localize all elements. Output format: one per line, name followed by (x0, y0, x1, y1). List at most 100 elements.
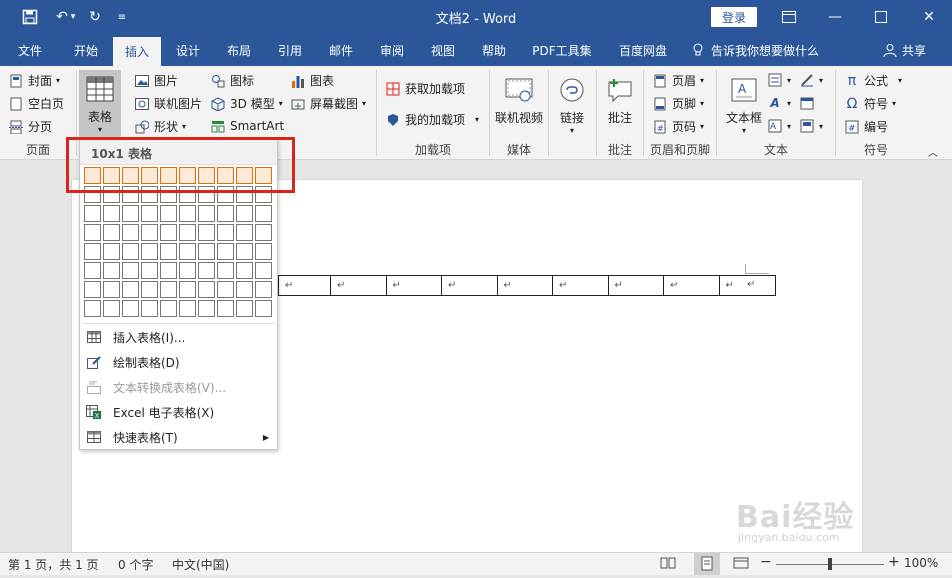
table-grid-cell[interactable] (179, 186, 196, 203)
tell-me-search[interactable]: 告诉我你想要做什么 (690, 34, 819, 66)
3d-model-button[interactable]: 3D 模型 ▾ (210, 95, 283, 112)
header-button[interactable]: 页眉 ▾ (652, 72, 704, 89)
table-cell[interactable]: ↵ (664, 276, 720, 295)
table-grid-cell[interactable] (84, 205, 101, 222)
tab-insert[interactable]: 插入 (113, 37, 161, 66)
icons-button[interactable]: 图标 (210, 72, 254, 89)
table-grid-cell[interactable] (160, 224, 177, 241)
picture-button[interactable]: 图片 (134, 72, 178, 89)
get-addins-button[interactable]: 获取加载项 (385, 80, 465, 97)
numbering-button[interactable]: # 编号 (844, 118, 888, 135)
table-grid-cell[interactable] (103, 300, 120, 317)
table-grid-cell[interactable] (179, 281, 196, 298)
web-layout-icon[interactable] (733, 556, 749, 573)
shapes-button[interactable]: 形状 ▾ (134, 118, 186, 135)
cover-page-button[interactable]: 封面 ▾ (8, 72, 60, 89)
comment-button[interactable]: 批注 (601, 74, 639, 126)
wordart-button[interactable]: A ▾ (767, 95, 791, 111)
tab-review[interactable]: 审阅 (368, 34, 416, 66)
page-number-button[interactable]: # 页码 ▾ (652, 118, 704, 135)
table-button[interactable]: 表格 ▾ (79, 70, 121, 138)
table-grid-cell[interactable] (198, 224, 215, 241)
table-grid-cell[interactable] (198, 300, 215, 317)
maximize-icon[interactable] (858, 0, 904, 34)
table-grid-cell[interactable] (160, 300, 177, 317)
read-mode-icon[interactable] (660, 556, 676, 573)
convert-text-to-table-menu-item[interactable]: 文本转换成表格(V)... (80, 375, 277, 399)
tab-home[interactable]: 开始 (62, 34, 110, 66)
table-grid-cell[interactable] (84, 186, 101, 203)
table-grid-cell[interactable] (141, 262, 158, 279)
screenshot-button[interactable]: 屏幕截图 ▾ (290, 95, 366, 112)
table-grid-cell[interactable] (122, 300, 139, 317)
table-grid-cell[interactable] (160, 205, 177, 222)
table-grid-cell[interactable] (217, 262, 234, 279)
table-grid-cell[interactable] (122, 243, 139, 260)
table-cell[interactable]: ↵ (498, 276, 553, 295)
table-grid-cell[interactable] (236, 167, 253, 184)
table-grid-cell[interactable] (141, 281, 158, 298)
table-grid-cell[interactable] (122, 186, 139, 203)
table-grid-cell[interactable] (141, 300, 158, 317)
table-grid-cell[interactable] (103, 205, 120, 222)
links-button[interactable]: 链接 ▾ (552, 74, 592, 135)
tab-pdf-tools[interactable]: PDF工具集 (524, 34, 600, 66)
table-grid-cell[interactable] (103, 262, 120, 279)
table-grid-cell[interactable] (84, 281, 101, 298)
table-grid-cell[interactable] (103, 281, 120, 298)
table-grid-cell[interactable] (198, 281, 215, 298)
table-grid-cell[interactable] (122, 205, 139, 222)
table-grid-cell[interactable] (122, 167, 139, 184)
print-layout-icon[interactable] (694, 553, 720, 575)
table-grid-cell[interactable] (179, 300, 196, 317)
table-grid-cell[interactable] (179, 205, 196, 222)
equation-button[interactable]: π 公式 ▾ (844, 72, 902, 89)
table-grid-cell[interactable] (217, 224, 234, 241)
quick-tables-menu-item[interactable]: 快速表格(T) ▶ (80, 425, 277, 449)
table-grid-cell[interactable] (141, 224, 158, 241)
save-icon[interactable] (20, 7, 40, 27)
table-grid-cell[interactable] (179, 243, 196, 260)
word-count-status[interactable]: 0 个字 (118, 556, 153, 573)
table-grid-cell[interactable] (160, 281, 177, 298)
document-table[interactable]: ↵ ↵ ↵ ↵ ↵ ↵ ↵ ↵ ↵ (278, 275, 776, 296)
table-grid-cell[interactable] (160, 186, 177, 203)
table-grid-cell[interactable] (217, 167, 234, 184)
table-grid-cell[interactable] (217, 300, 234, 317)
table-cell[interactable]: ↵ (331, 276, 387, 295)
tab-help[interactable]: 帮助 (470, 34, 518, 66)
table-grid-cell[interactable] (198, 243, 215, 260)
table-grid-cell[interactable] (236, 243, 253, 260)
page-break-button[interactable]: 分页 (8, 118, 52, 135)
table-grid-cell[interactable] (179, 262, 196, 279)
tab-view[interactable]: 视图 (419, 34, 467, 66)
zoom-slider-thumb[interactable] (828, 558, 832, 570)
ribbon-display-options-icon[interactable] (766, 0, 812, 34)
table-grid-cell[interactable] (236, 186, 253, 203)
date-time-button[interactable] (799, 95, 815, 111)
tab-mailings[interactable]: 邮件 (317, 34, 365, 66)
minimize-icon[interactable]: — (812, 0, 858, 34)
table-grid-cell[interactable] (255, 186, 272, 203)
smartart-button[interactable]: SmartArt (210, 118, 284, 134)
table-cell[interactable]: ↵ (387, 276, 442, 295)
table-grid-cell[interactable] (198, 262, 215, 279)
table-grid-cell[interactable] (141, 167, 158, 184)
online-picture-button[interactable]: 联机图片 (134, 95, 202, 112)
online-video-button[interactable]: 联机视频 (492, 74, 546, 126)
draw-table-menu-item[interactable]: 绘制表格(D) (80, 350, 277, 374)
table-grid-cell[interactable] (122, 262, 139, 279)
chart-button[interactable]: 图表 (290, 72, 334, 89)
table-cell[interactable]: ↵ (609, 276, 664, 295)
table-grid-cell[interactable] (141, 243, 158, 260)
table-grid-cell[interactable] (160, 167, 177, 184)
table-grid-cell[interactable] (255, 300, 272, 317)
table-grid-cell[interactable] (84, 300, 101, 317)
symbol-button[interactable]: Ω 符号 ▾ (844, 95, 896, 112)
table-grid-cell[interactable] (217, 205, 234, 222)
footer-button[interactable]: 页脚 ▾ (652, 95, 704, 112)
table-grid-cell[interactable] (236, 224, 253, 241)
login-button[interactable]: 登录 (711, 7, 757, 27)
table-cell[interactable]: ↵ (553, 276, 609, 295)
redo-icon[interactable]: ↻ (85, 7, 105, 27)
